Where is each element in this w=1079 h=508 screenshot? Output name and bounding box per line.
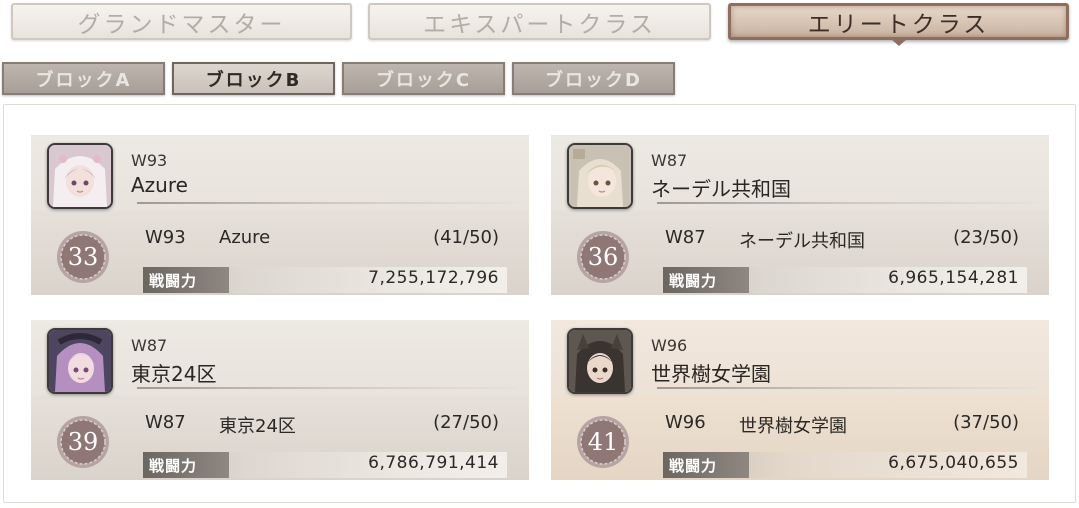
tab-block-b[interactable]: ブロックB <box>172 62 335 95</box>
power-label: 戦闘力 <box>663 267 749 293</box>
row-guild-name: ネーデル共和国 <box>739 231 865 252</box>
tab-label: ブロックB <box>205 69 302 91</box>
member-count: (27/50) <box>433 412 499 433</box>
rank-badge: 36 <box>575 229 631 285</box>
rank-number: 36 <box>587 243 619 271</box>
guild-name: 東京24区 <box>131 362 217 386</box>
power-label: 戦闘力 <box>143 267 229 293</box>
guild-avatar <box>47 143 113 209</box>
rank-number: 41 <box>587 428 619 456</box>
divider <box>137 387 517 389</box>
guild-avatar <box>567 143 633 209</box>
power-value: 7,255,172,796 <box>368 268 499 288</box>
tab-grand-master[interactable]: グランドマスター <box>11 3 352 40</box>
guild-card-highlighted[interactable]: W96 世界樹女学園 41 W96 世界樹女学園 (37/50) 戦闘力 6,6… <box>551 320 1049 480</box>
rank-badge: 39 <box>55 414 111 470</box>
guild-avatar <box>47 328 113 394</box>
tab-block-d[interactable]: ブロックD <box>512 62 675 95</box>
rank-badge: 33 <box>55 229 111 285</box>
tab-label: グランドマスター <box>77 11 286 38</box>
power-label: 戦闘力 <box>143 452 229 478</box>
tab-label: エリートクラス <box>807 11 990 38</box>
rank-badge: 41 <box>575 414 631 470</box>
guild-world: W93 <box>131 151 168 170</box>
member-count: (23/50) <box>953 227 1019 248</box>
guild-name: ネーデル共和国 <box>651 177 791 201</box>
purple-hair-girl-avatar-icon <box>49 330 111 392</box>
row-world: W93 <box>145 227 186 248</box>
guild-name: 世界樹女学園 <box>651 362 771 386</box>
power-value: 6,675,040,655 <box>888 453 1019 473</box>
tab-block-a[interactable]: ブロックA <box>2 62 165 95</box>
tab-elite-class[interactable]: エリートクラス <box>728 3 1069 46</box>
member-count: (41/50) <box>433 227 499 248</box>
tab-label: エキスパートクラス <box>423 11 656 38</box>
power-value: 6,965,154,281 <box>888 268 1019 288</box>
row-world: W87 <box>145 412 186 433</box>
active-tab-indicator <box>890 39 907 46</box>
tab-label: ブロックC <box>375 69 472 91</box>
tab-expert-class[interactable]: エキスパートクラス <box>368 3 711 40</box>
row-guild-name: 東京24区 <box>219 416 296 437</box>
rank-number: 33 <box>67 243 99 271</box>
guild-card[interactable]: W93 Azure 33 W93 Azure (41/50) 戦闘力 7,255… <box>31 135 529 295</box>
divider <box>657 202 1037 204</box>
divider <box>657 387 1037 389</box>
tab-label: ブロックD <box>545 69 642 91</box>
tab-block-c[interactable]: ブロックC <box>342 62 505 95</box>
guild-avatar <box>567 328 633 394</box>
guild-card[interactable]: W87 東京24区 39 W87 東京24区 (27/50) 戦闘力 6,786… <box>31 320 529 480</box>
power-value: 6,786,791,414 <box>368 453 499 473</box>
guild-card[interactable]: W87 ネーデル共和国 36 W87 ネーデル共和国 (23/50) 戦闘力 6… <box>551 135 1049 295</box>
guild-name: Azure <box>131 173 188 197</box>
row-guild-name: 世界樹女学園 <box>739 416 847 437</box>
power-label: 戦闘力 <box>663 452 749 478</box>
row-world: W87 <box>665 227 706 248</box>
divider <box>137 202 517 204</box>
guild-ranking-panel: W93 Azure 33 W93 Azure (41/50) 戦闘力 7,255… <box>3 104 1076 503</box>
dark-hood-girl-avatar-icon <box>569 330 631 392</box>
row-guild-name: Azure <box>219 227 271 248</box>
member-count: (37/50) <box>953 412 1019 433</box>
row-world: W96 <box>665 412 706 433</box>
guild-world: W96 <box>651 336 688 355</box>
rank-number: 39 <box>67 428 99 456</box>
blonde-girl-avatar-icon <box>569 145 631 207</box>
pink-hood-girl-avatar-icon <box>49 145 111 207</box>
guild-world: W87 <box>651 151 688 170</box>
guild-world: W87 <box>131 336 168 355</box>
tab-label: ブロックA <box>35 69 132 91</box>
